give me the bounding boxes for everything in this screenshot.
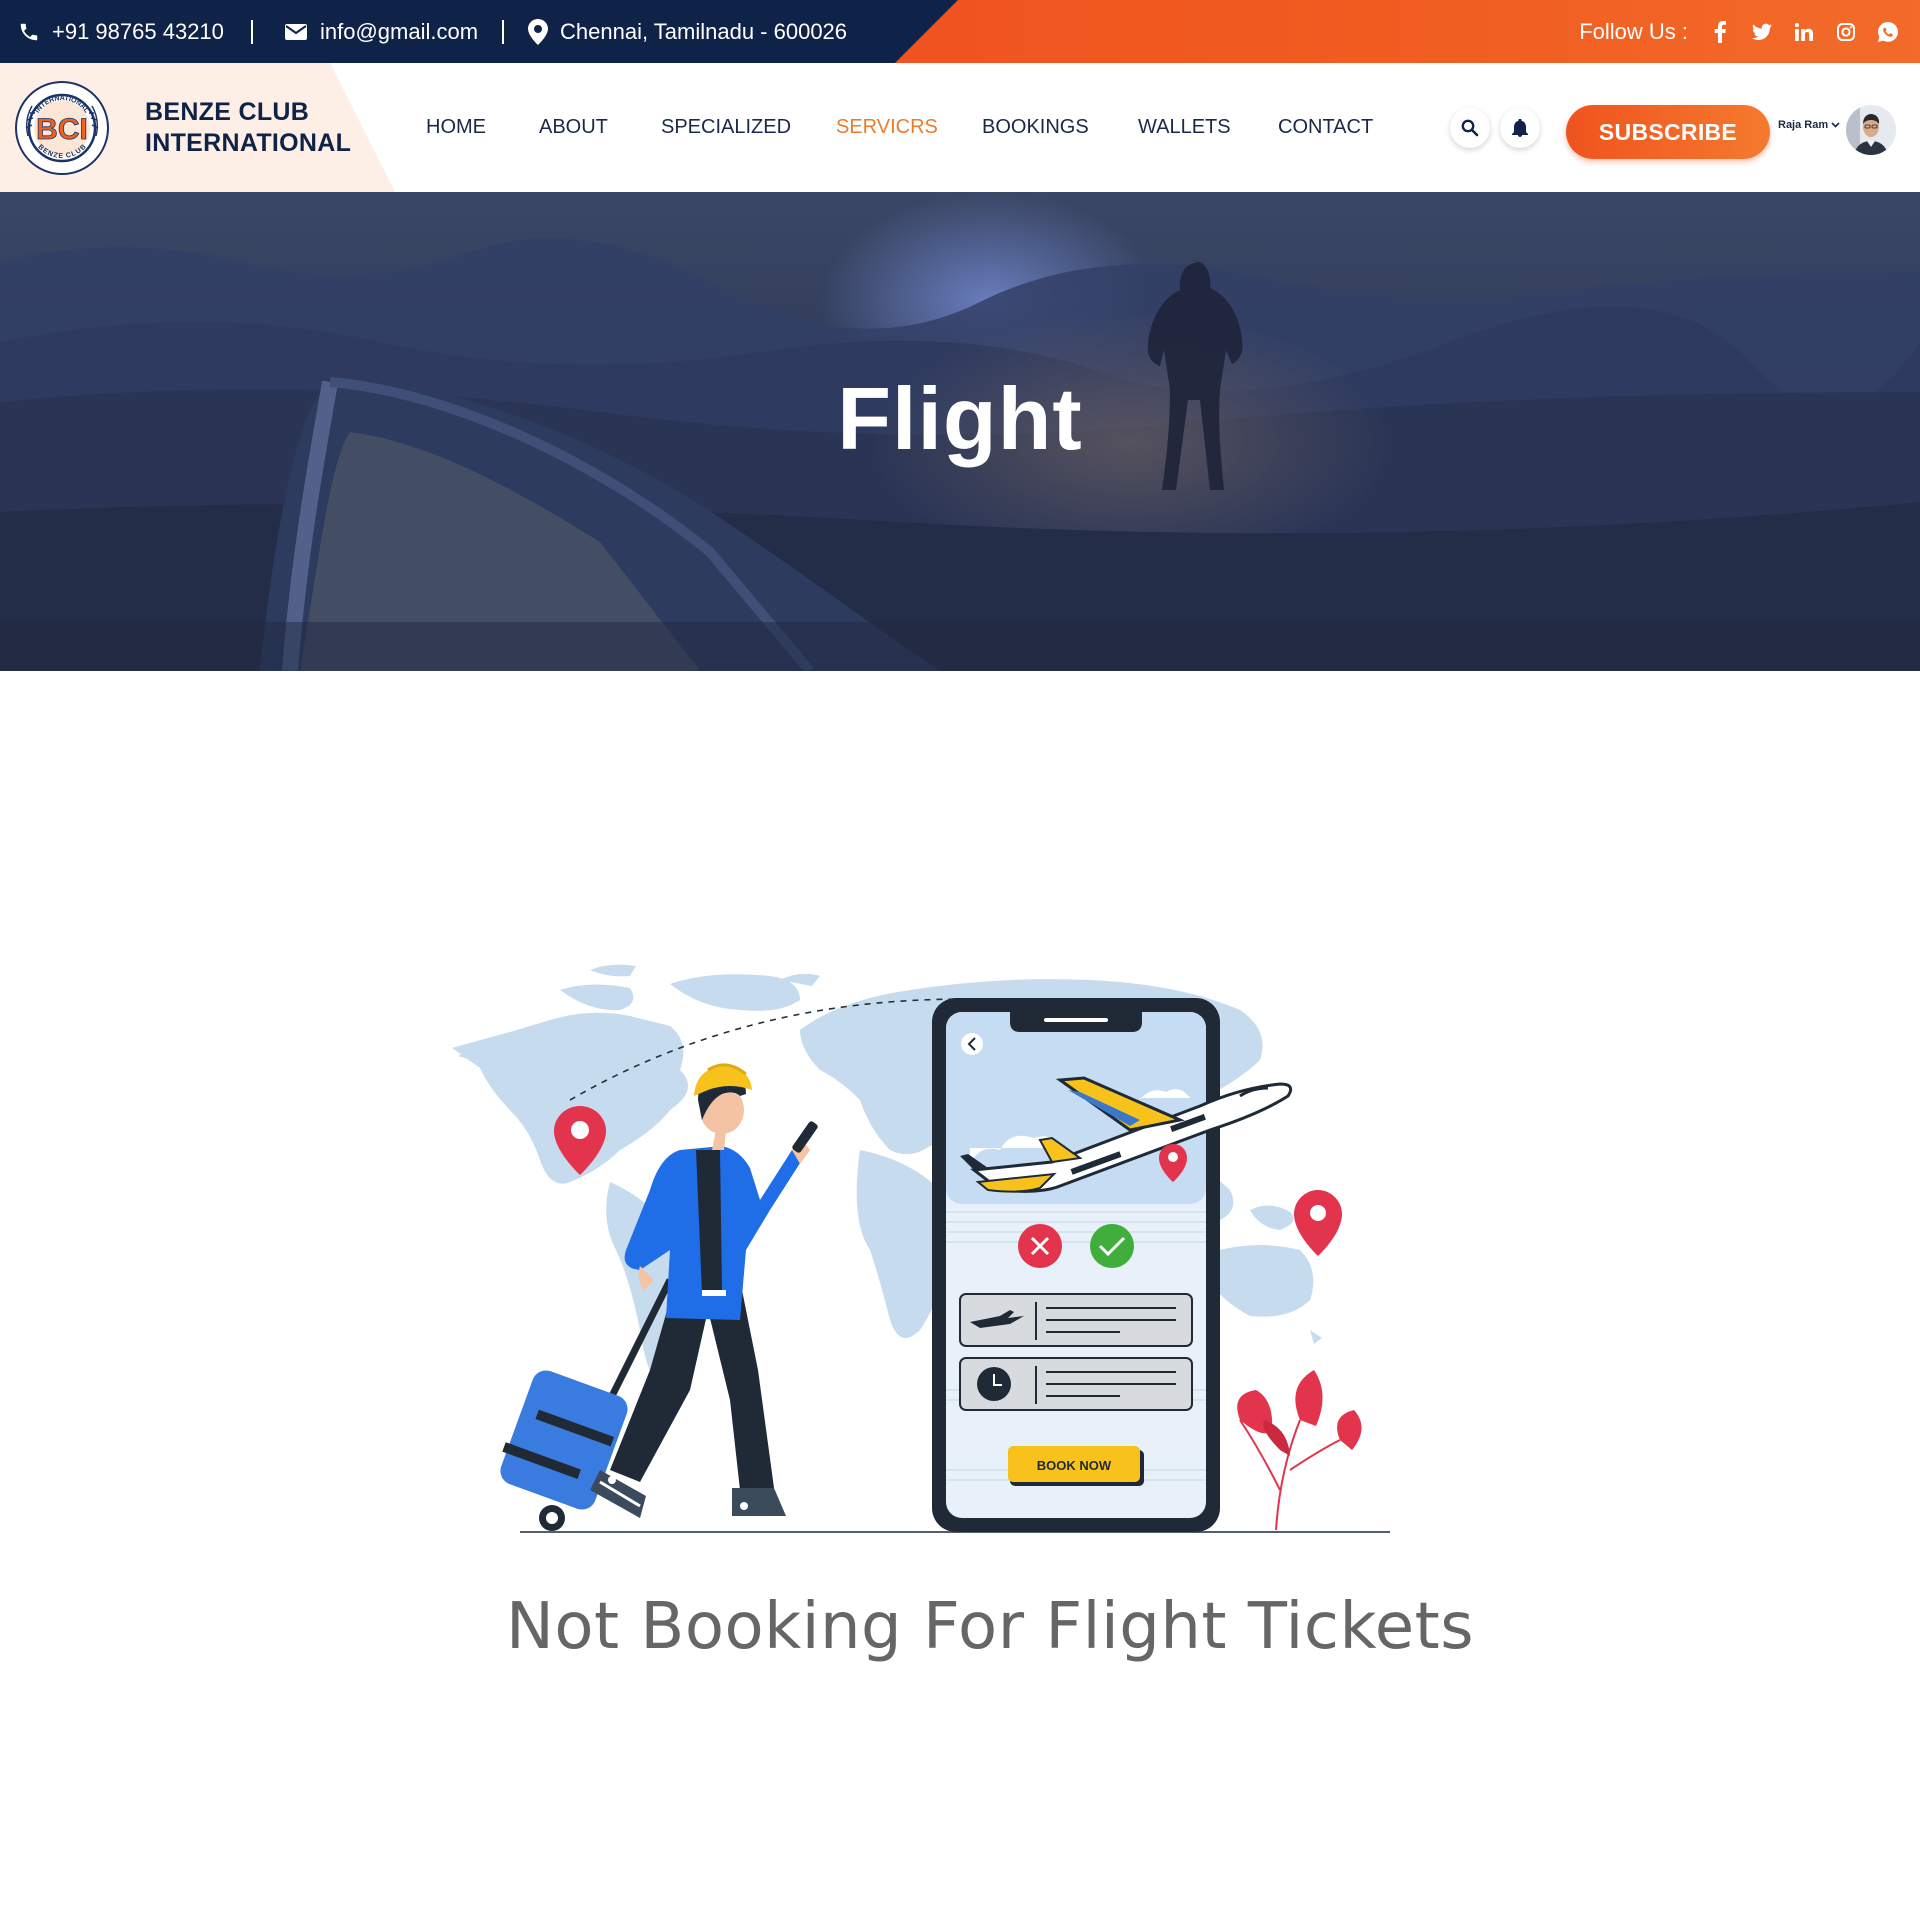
brand-logo[interactable]: BCI INTERNATIONAL BENZE CLUB [14,80,110,176]
nav-wallets[interactable]: WALLETS [1138,63,1231,192]
search-icon [1461,119,1479,137]
chevron-down-icon [1831,122,1840,128]
nav-specialized[interactable]: SPECIALIZED [661,63,791,192]
whatsapp-icon[interactable] [1878,21,1898,42]
phone-icon [20,23,38,40]
search-button[interactable] [1450,108,1490,148]
user-menu[interactable]: Raja Ram [1778,119,1840,131]
book-now-button: BOOK NOW [1037,1458,1112,1473]
subscribe-button[interactable]: SUBSCRIBE [1566,105,1770,159]
facebook-icon[interactable] [1710,20,1730,43]
email-contact[interactable]: info@gmail.com [284,0,478,63]
linkedin-icon[interactable] [1794,22,1814,42]
bell-icon [1512,119,1528,137]
plant [1237,1370,1362,1531]
notifications-button[interactable] [1500,108,1540,148]
nav-home[interactable]: HOME [426,63,486,192]
svg-text:BCI: BCI [36,113,88,146]
follow-label: Follow Us : [1579,18,1688,44]
address-contact: Chennai, Tamilnadu - 600026 [528,0,847,63]
location-pin-icon [1294,1190,1342,1256]
email-address: info@gmail.com [320,18,479,44]
user-name: Raja Ram [1778,119,1829,131]
brand-name[interactable]: BENZE CLUB INTERNATIONAL [145,97,351,159]
brand-line-2: INTERNATIONAL [145,129,352,157]
address-text: Chennai, Tamilnadu - 600026 [560,18,848,44]
nav-contact[interactable]: CONTACT [1278,63,1373,192]
nav-services[interactable]: SERVICRS [836,63,938,192]
nav-about[interactable]: ABOUT [539,63,608,192]
brand-line-1: BENZE CLUB [145,98,310,126]
divider [251,20,253,44]
phone-number: +91 98765 43210 [52,18,224,44]
mail-icon [285,23,307,40]
phone-contact[interactable]: +91 98765 43210 [18,0,224,63]
location-pin-icon [528,18,548,45]
hero-banner: Flight [0,192,1920,671]
nav-bookings[interactable]: BOOKINGS [982,63,1089,192]
empty-state-message: Not Booking For Flight Tickets [505,1590,1475,1664]
clock-icon [977,1367,1011,1401]
page-title: Flight [837,369,1083,468]
twitter-icon[interactable] [1752,22,1772,42]
flight-booking-illustration: BOOK NOW [452,964,1390,1533]
instagram-icon[interactable] [1836,22,1856,42]
divider [502,20,504,44]
avatar[interactable] [1846,105,1896,155]
top-bar: +91 98765 43210 info@gmail.com Chennai, … [0,0,1920,63]
follow-us: Follow Us : [1579,0,1898,63]
main-header: BCI INTERNATIONAL BENZE CLUB BENZE CLUB … [0,63,1920,192]
